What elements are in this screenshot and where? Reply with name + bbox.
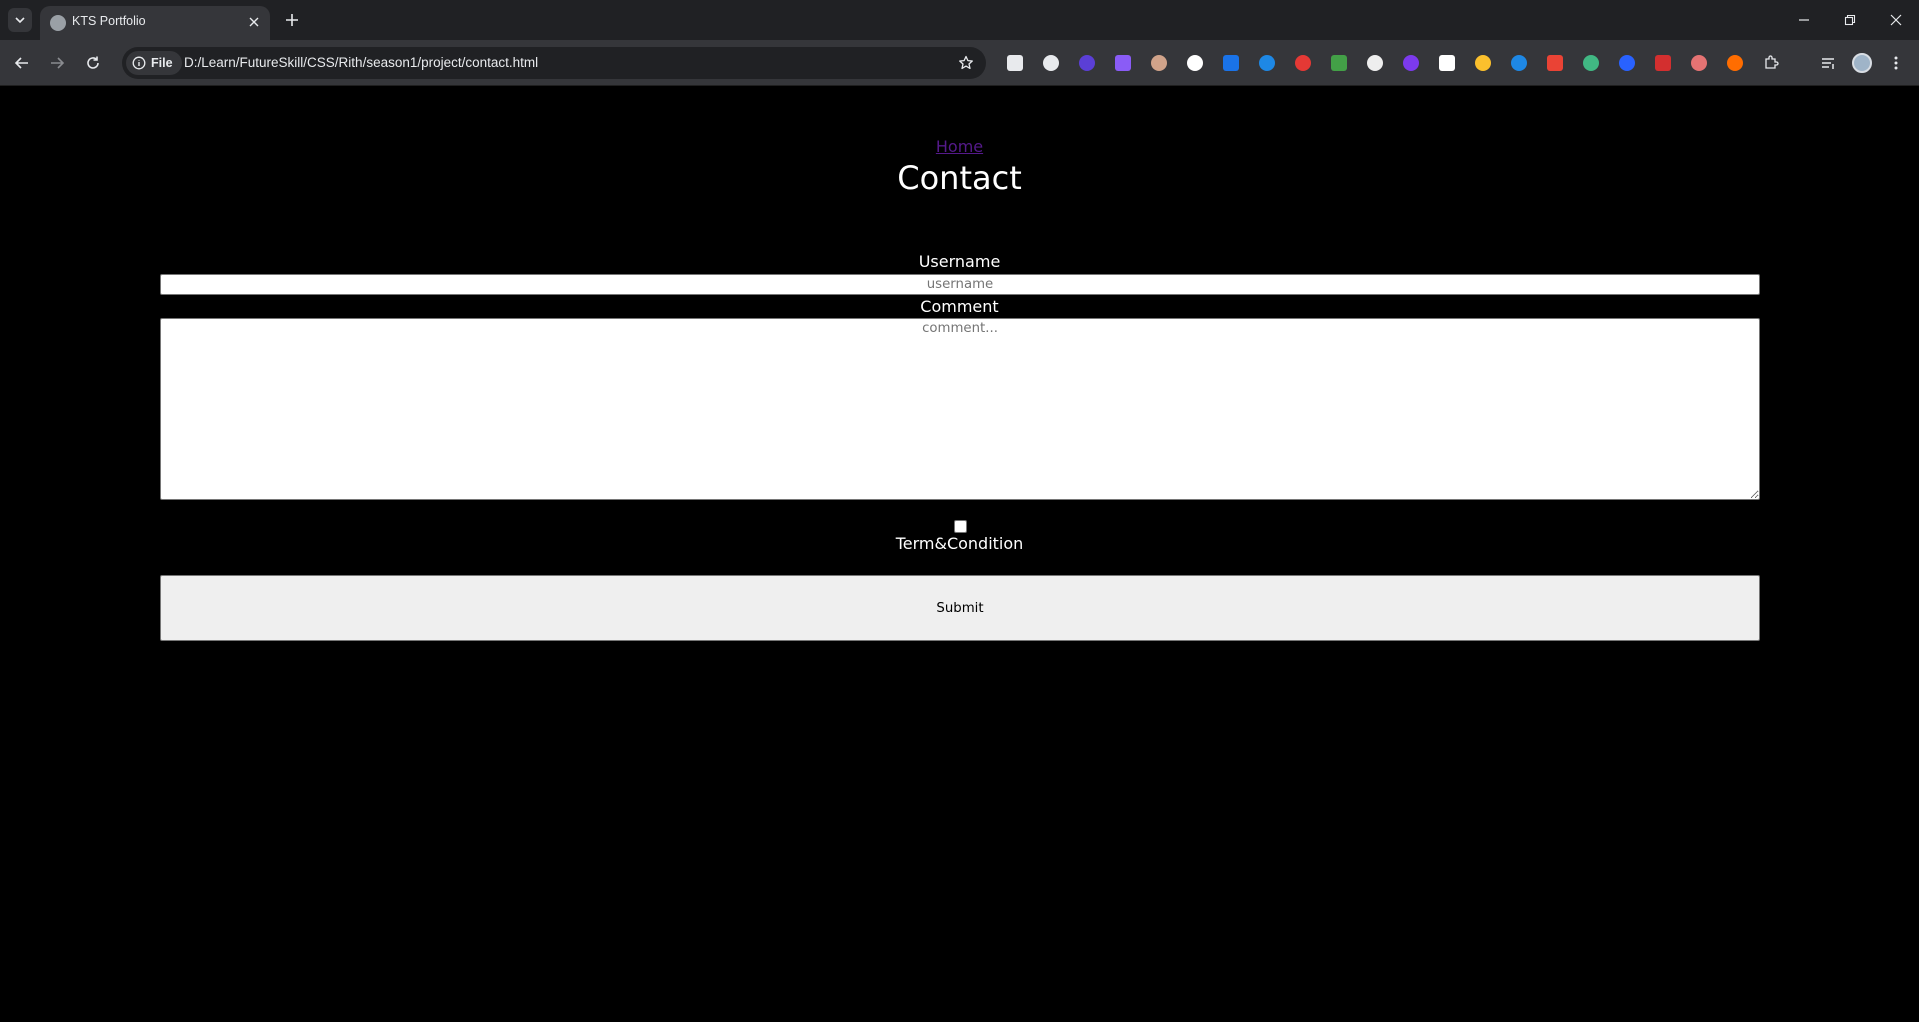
star-icon xyxy=(959,55,973,70)
submit-button[interactable]: Submit xyxy=(160,575,1760,641)
url-text[interactable]: D:/Learn/FutureSkill/CSS/Rith/season1/pr… xyxy=(184,55,538,70)
comment-textarea[interactable] xyxy=(160,318,1760,500)
page-content: Home Contact Username Comment Term&Condi… xyxy=(0,87,1919,1022)
username-input[interactable] xyxy=(160,274,1760,295)
tab-search-button[interactable] xyxy=(8,8,32,32)
ninja-icon[interactable] xyxy=(1367,55,1383,71)
minimize-button[interactable] xyxy=(1781,5,1827,35)
infinity-icon[interactable] xyxy=(1403,55,1419,71)
close-window-button[interactable] xyxy=(1873,5,1919,35)
forward-button[interactable] xyxy=(43,49,71,77)
terms-label: Term&Condition xyxy=(895,534,1024,553)
ft-icon[interactable] xyxy=(1259,55,1275,71)
avatar[interactable] xyxy=(1852,53,1872,73)
arrow-left-icon xyxy=(14,57,28,69)
openai-icon[interactable] xyxy=(1439,55,1455,71)
gear-purple-icon[interactable] xyxy=(1115,55,1131,71)
address-bar[interactable]: File D:/Learn/FutureSkill/CSS/Rith/seaso… xyxy=(122,47,986,79)
home-link-wrapper: Home xyxy=(0,137,1919,156)
red-dot-icon[interactable] xyxy=(1691,55,1707,71)
vue-icon[interactable] xyxy=(1583,55,1599,71)
tab-close-button[interactable] xyxy=(246,14,262,30)
bug-icon[interactable] xyxy=(1655,55,1671,71)
reload-icon xyxy=(87,56,99,69)
chevron-down-icon xyxy=(15,17,25,24)
colorful-circle-icon[interactable] xyxy=(1331,55,1347,71)
close-icon xyxy=(1890,14,1902,26)
blue-c-icon[interactable] xyxy=(1223,55,1239,71)
site-info-chip[interactable]: File xyxy=(126,51,182,75)
tab-active[interactable]: KTS Portfolio xyxy=(40,6,270,40)
plus-icon xyxy=(286,14,298,26)
eyedropper-icon[interactable] xyxy=(1007,55,1023,71)
site-info-label: File xyxy=(151,56,173,70)
back-button[interactable] xyxy=(8,49,36,77)
tab-title: KTS Portfolio xyxy=(72,14,146,28)
page-title: Contact xyxy=(897,159,1022,197)
globe-icon xyxy=(50,15,66,31)
face-icon[interactable] xyxy=(1151,55,1167,71)
circle-l-icon[interactable] xyxy=(1187,55,1203,71)
terms-checkbox[interactable] xyxy=(954,520,967,533)
function-icon[interactable] xyxy=(1043,55,1059,71)
purple-cube-icon[interactable] xyxy=(1079,55,1095,71)
username-label: Username xyxy=(918,252,1001,271)
sticky-note-icon[interactable] xyxy=(1475,55,1491,71)
arrow-right-icon xyxy=(51,57,65,69)
orange-ball-icon[interactable] xyxy=(1727,55,1743,71)
more-vertical-icon xyxy=(1894,56,1898,70)
menu-button[interactable] xyxy=(1888,55,1904,71)
check-box-icon[interactable] xyxy=(1511,55,1527,71)
browser-toolbar: File D:/Learn/FutureSkill/CSS/Rith/seaso… xyxy=(0,40,1919,86)
close-icon xyxy=(249,17,259,27)
puzzle-icon[interactable] xyxy=(1763,55,1779,71)
bookmark-blue-icon[interactable] xyxy=(1619,55,1635,71)
bookmark-star-button[interactable] xyxy=(956,53,976,73)
list-icon xyxy=(1822,58,1834,69)
minimize-icon xyxy=(1799,19,1809,21)
restore-icon xyxy=(1844,14,1856,26)
home-link[interactable]: Home xyxy=(936,137,983,156)
calendar-icon[interactable] xyxy=(1295,55,1311,71)
tab-menu-button[interactable] xyxy=(1820,55,1836,71)
comment-label: Comment xyxy=(920,297,999,316)
reload-button[interactable] xyxy=(79,49,107,77)
s-box-icon[interactable] xyxy=(1547,55,1563,71)
new-tab-button[interactable] xyxy=(281,9,303,31)
info-icon xyxy=(132,56,146,70)
restore-button[interactable] xyxy=(1827,5,1873,35)
tab-strip: KTS Portfolio xyxy=(0,0,1919,40)
